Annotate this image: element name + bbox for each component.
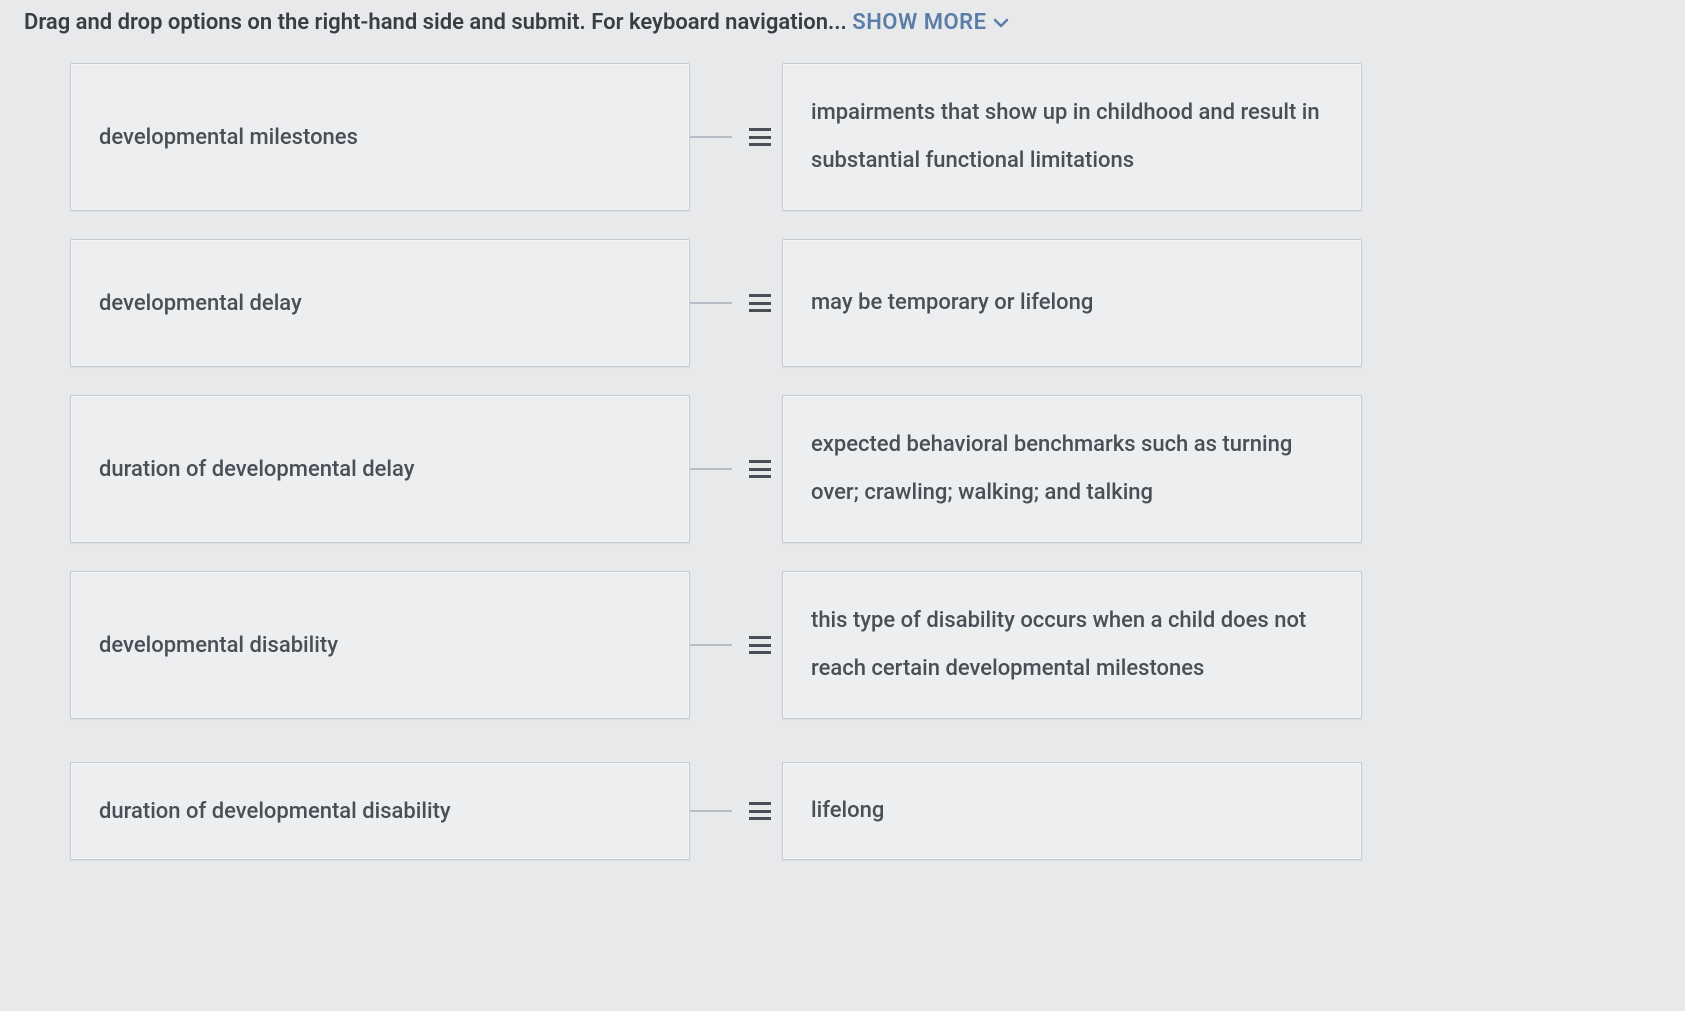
connector-line — [690, 302, 732, 304]
definition-text: expected behavioral benchmarks such as t… — [811, 421, 1333, 518]
connector-line — [690, 810, 732, 812]
term-card[interactable]: duration of developmental disability — [70, 762, 690, 860]
connector-line — [690, 136, 732, 138]
instructions-bar: Drag and drop options on the right-hand … — [20, 10, 1665, 35]
definition-card[interactable]: lifelong — [782, 762, 1362, 860]
connector-line — [690, 468, 732, 470]
term-card[interactable]: developmental delay — [70, 239, 690, 367]
match-row: duration of developmental delay expected… — [70, 395, 1615, 543]
term-text: developmental disability — [99, 633, 338, 658]
grip-lines-icon — [749, 458, 771, 480]
definition-text: this type of disability occurs when a ch… — [811, 597, 1333, 694]
term-card[interactable]: developmental disability — [70, 571, 690, 719]
term-text: developmental delay — [99, 291, 302, 316]
definition-text: may be temporary or lifelong — [811, 279, 1093, 327]
definition-text: lifelong — [811, 787, 884, 835]
term-card[interactable]: developmental milestones — [70, 63, 690, 211]
definition-card[interactable]: may be temporary or lifelong — [782, 239, 1362, 367]
drag-handle[interactable] — [738, 571, 782, 719]
show-more-label: SHOW MORE — [852, 10, 986, 35]
grip-lines-icon — [749, 800, 771, 822]
term-text: developmental milestones — [99, 125, 358, 150]
match-row: developmental delay may be temporary or … — [70, 239, 1615, 367]
chevron-down-icon — [993, 17, 1009, 29]
term-text: duration of developmental disability — [99, 799, 451, 824]
drag-handle[interactable] — [738, 395, 782, 543]
definition-card[interactable]: this type of disability occurs when a ch… — [782, 571, 1362, 719]
definition-card[interactable]: impairments that show up in childhood an… — [782, 63, 1362, 211]
instructions-text: Drag and drop options on the right-hand … — [24, 10, 852, 35]
grip-lines-icon — [749, 634, 771, 656]
connector-line — [690, 644, 732, 646]
drag-handle[interactable] — [738, 747, 782, 875]
match-row: developmental disability this type of di… — [70, 571, 1615, 719]
definition-card[interactable]: expected behavioral benchmarks such as t… — [782, 395, 1362, 543]
term-text: duration of developmental delay — [99, 457, 415, 482]
grip-lines-icon — [749, 292, 771, 314]
term-card[interactable]: duration of developmental delay — [70, 395, 690, 543]
matching-area: developmental milestones impairments tha… — [20, 63, 1665, 875]
match-row: duration of developmental disability lif… — [70, 747, 1615, 875]
show-more-link[interactable]: SHOW MORE — [852, 10, 1008, 35]
grip-lines-icon — [749, 126, 771, 148]
drag-handle[interactable] — [738, 239, 782, 367]
drag-handle[interactable] — [738, 63, 782, 211]
match-row: developmental milestones impairments tha… — [70, 63, 1615, 211]
definition-text: impairments that show up in childhood an… — [811, 89, 1333, 186]
